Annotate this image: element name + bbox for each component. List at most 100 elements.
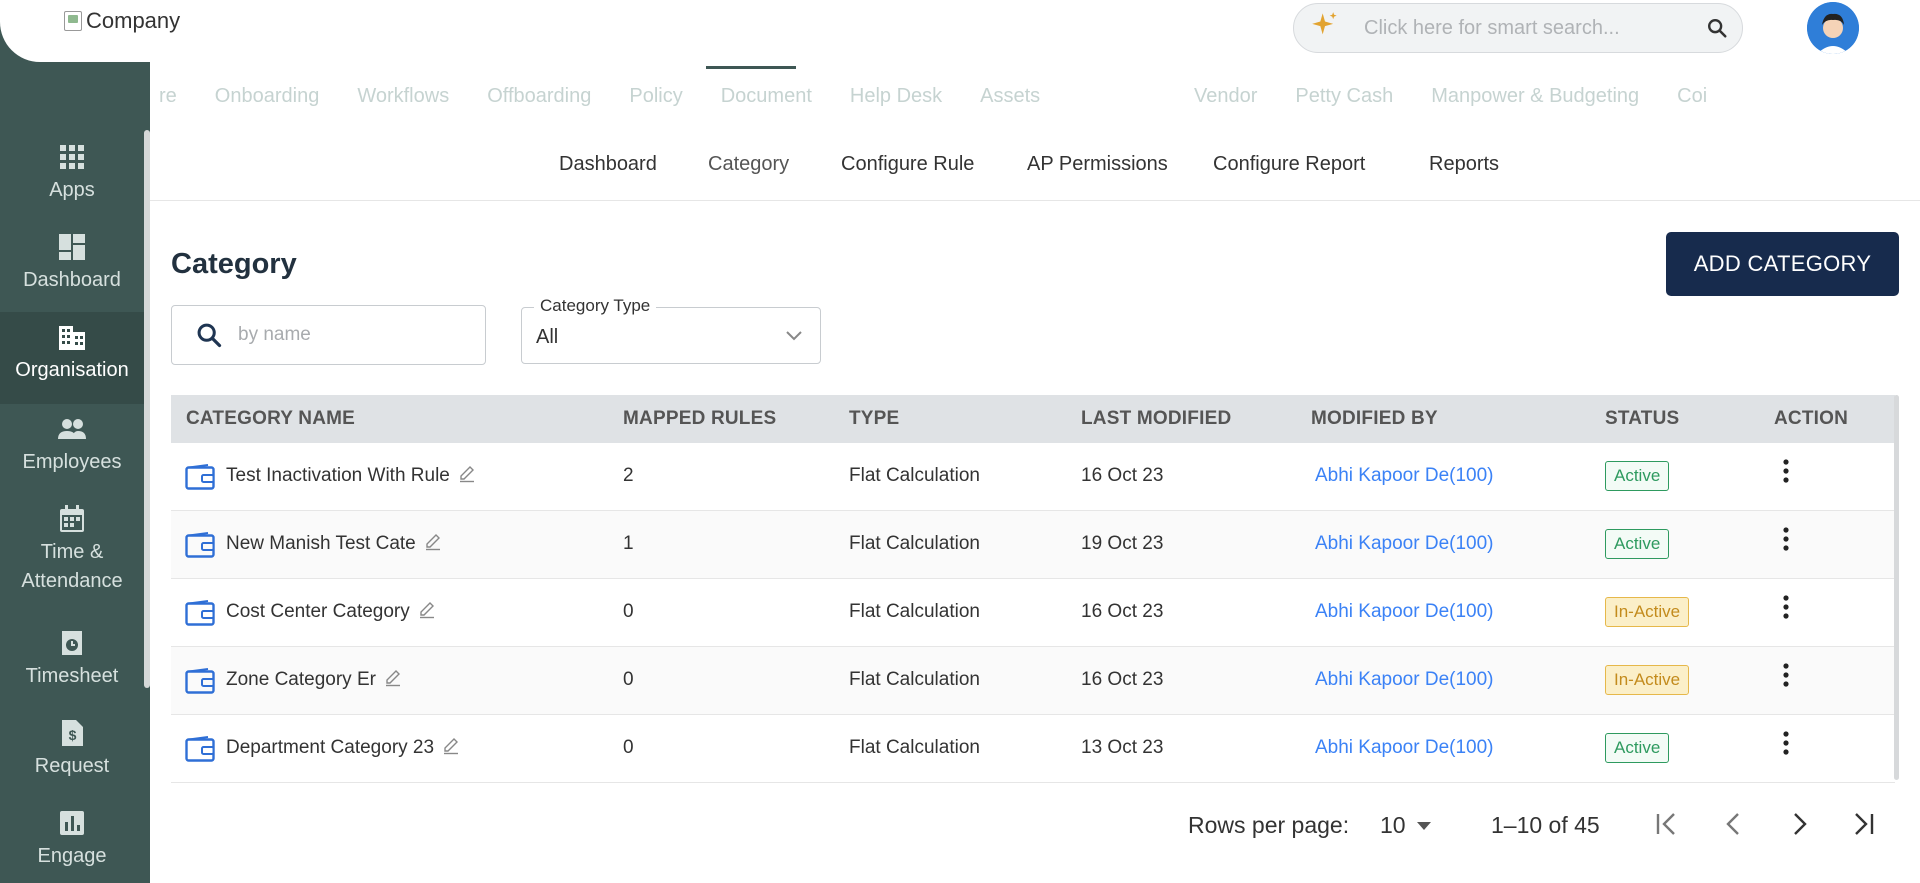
timesheet-icon xyxy=(62,631,82,655)
more-actions-icon[interactable] xyxy=(1783,663,1789,687)
next-page-icon[interactable] xyxy=(1786,810,1812,838)
category-table: CATEGORY NAME MAPPED RULES TYPE LAST MOD… xyxy=(171,395,1895,783)
name-search-input[interactable]: by name xyxy=(238,324,311,346)
modified-by-link[interactable]: Abhi Kapoor De(100) xyxy=(1315,533,1494,555)
category-type-value: All xyxy=(536,326,559,348)
calendar-icon xyxy=(60,505,84,532)
sidebar: Apps Dashboard Organisation Employees Ti… xyxy=(0,62,150,883)
status-badge: Active xyxy=(1605,733,1670,763)
category-name: Zone Category Er xyxy=(226,669,376,690)
module-tab-workflows[interactable]: Workflows xyxy=(357,85,449,108)
tab-configure-report[interactable]: Configure Report xyxy=(1213,153,1365,176)
col-header-status[interactable]: STATUS xyxy=(1605,408,1679,430)
category-name-cell: Test Inactivation With Rule xyxy=(226,465,476,487)
smart-search[interactable]: Click here for smart search... xyxy=(1293,3,1743,53)
sidebar-item-time-attendance[interactable]: Time & Attendance xyxy=(0,504,144,624)
module-tab-offboarding[interactable]: Offboarding xyxy=(487,85,591,108)
top-bar: Company Click here for smart search... xyxy=(0,0,1920,62)
col-header-modified-by[interactable]: MODIFIED BY xyxy=(1311,408,1438,430)
modified-by-link[interactable]: Abhi Kapoor De(100) xyxy=(1315,669,1494,691)
tab-reports[interactable]: Reports xyxy=(1429,153,1499,176)
type-cell: Flat Calculation xyxy=(849,601,980,622)
last-modified-cell: 16 Oct 23 xyxy=(1081,601,1164,622)
last-page-icon[interactable] xyxy=(1850,810,1876,838)
category-name: Test Inactivation With Rule xyxy=(226,465,450,486)
broken-image-icon xyxy=(64,11,82,31)
category-name: Cost Center Category xyxy=(226,601,410,622)
search-icon[interactable] xyxy=(1692,17,1742,39)
tab-dashboard[interactable]: Dashboard xyxy=(559,153,657,176)
modified-by-link[interactable]: Abhi Kapoor De(100) xyxy=(1315,601,1494,623)
sidebar-item-label: Employees xyxy=(22,451,122,473)
edit-pencil-icon[interactable] xyxy=(424,533,442,551)
more-actions-icon[interactable] xyxy=(1783,731,1789,755)
edit-pencil-icon[interactable] xyxy=(418,601,436,619)
modified-by-link[interactable]: Abhi Kapoor De(100) xyxy=(1315,737,1494,759)
more-actions-icon[interactable] xyxy=(1783,459,1789,483)
module-tab-document[interactable]: Document xyxy=(721,85,812,108)
module-tab-onboarding[interactable]: Onboarding xyxy=(215,85,320,108)
sidebar-item-dashboard[interactable]: Dashboard xyxy=(0,232,144,318)
module-tab-policy[interactable]: Policy xyxy=(629,85,682,108)
sidebar-item-engage[interactable]: Engage xyxy=(0,808,144,883)
edit-pencil-icon[interactable] xyxy=(442,737,460,755)
sidebar-item-request[interactable]: $ Request xyxy=(0,718,144,804)
previous-page-icon[interactable] xyxy=(1721,810,1747,838)
tab-configure-rule[interactable]: Configure Rule xyxy=(841,153,974,176)
module-tab-vendor[interactable]: Vendor xyxy=(1194,85,1257,108)
category-name-cell: Zone Category Er xyxy=(226,669,402,691)
table-row[interactable]: Test Inactivation With Rule 2 Flat Calcu… xyxy=(171,443,1895,511)
user-avatar[interactable] xyxy=(1807,2,1859,54)
module-tab-petty-cash[interactable]: Petty Cash xyxy=(1295,85,1393,108)
more-actions-icon[interactable] xyxy=(1783,527,1789,551)
company-logo[interactable]: Company xyxy=(64,8,180,34)
more-actions-icon[interactable] xyxy=(1783,595,1789,619)
edit-pencil-icon[interactable] xyxy=(458,465,476,483)
request-icon: $ xyxy=(62,720,83,746)
wallet-icon xyxy=(185,736,215,762)
sidebar-scrollbar[interactable] xyxy=(144,130,150,688)
modified-by-link[interactable]: Abhi Kapoor De(100) xyxy=(1315,465,1494,487)
module-tab-assets[interactable]: Assets xyxy=(980,85,1040,108)
table-row[interactable]: New Manish Test Cate 1 Flat Calculation … xyxy=(171,511,1895,579)
col-header-mapped-rules[interactable]: MAPPED RULES xyxy=(623,408,776,430)
active-tab-indicator xyxy=(706,66,796,69)
table-row[interactable]: Cost Center Category 0 Flat Calculation … xyxy=(171,579,1895,647)
module-tab[interactable]: re xyxy=(159,85,177,108)
add-category-button[interactable]: ADD CATEGORY xyxy=(1666,232,1899,296)
module-tab-manpower-budgeting[interactable]: Manpower & Budgeting xyxy=(1431,85,1639,108)
col-header-category-name[interactable]: CATEGORY NAME xyxy=(186,408,355,430)
module-tab-truncated[interactable]: Coi xyxy=(1677,85,1709,108)
rows-per-page-select[interactable]: 10 xyxy=(1380,812,1432,839)
mapped-rules-cell: 0 xyxy=(623,669,634,690)
type-cell: Flat Calculation xyxy=(849,465,980,486)
caret-down-icon xyxy=(1416,821,1431,830)
table-row[interactable]: Zone Category Er 0 Flat Calculation 16 O… xyxy=(171,647,1895,715)
table-row[interactable]: Department Category 23 0 Flat Calculatio… xyxy=(171,715,1895,783)
sidebar-item-apps[interactable]: Apps xyxy=(0,142,144,228)
col-header-type[interactable]: TYPE xyxy=(849,408,899,430)
module-nav: re Onboarding Workflows Offboarding Poli… xyxy=(150,62,1920,131)
col-header-last-modified[interactable]: LAST MODIFIED xyxy=(1081,408,1231,430)
tab-ap-permissions[interactable]: AP Permissions xyxy=(1027,153,1168,176)
chevron-down-icon xyxy=(786,331,802,341)
category-type-select[interactable]: Category Type All xyxy=(521,296,821,364)
sidebar-item-employees[interactable]: Employees xyxy=(0,414,144,500)
mapped-rules-cell: 0 xyxy=(623,737,634,758)
tab-category[interactable]: Category xyxy=(708,153,789,176)
status-badge: In-Active xyxy=(1605,597,1690,627)
mapped-rules-cell: 1 xyxy=(623,533,634,554)
building-icon xyxy=(59,326,85,350)
wallet-icon xyxy=(185,668,215,694)
module-tab-expense[interactable]: Expense xyxy=(1078,85,1156,108)
smart-search-input[interactable]: Click here for smart search... xyxy=(1350,17,1692,40)
sidebar-item-timesheet[interactable]: Timesheet xyxy=(0,628,144,714)
edit-pencil-icon[interactable] xyxy=(384,669,402,687)
name-search-field[interactable]: by name xyxy=(171,305,486,365)
sidebar-item-organisation[interactable]: Organisation xyxy=(0,312,144,404)
status-badge: In-Active xyxy=(1605,665,1690,695)
module-tab-help-desk[interactable]: Help Desk xyxy=(850,85,942,108)
table-scrollbar[interactable] xyxy=(1894,395,1899,780)
status-badge: Active xyxy=(1605,529,1670,559)
first-page-icon[interactable] xyxy=(1654,810,1680,838)
